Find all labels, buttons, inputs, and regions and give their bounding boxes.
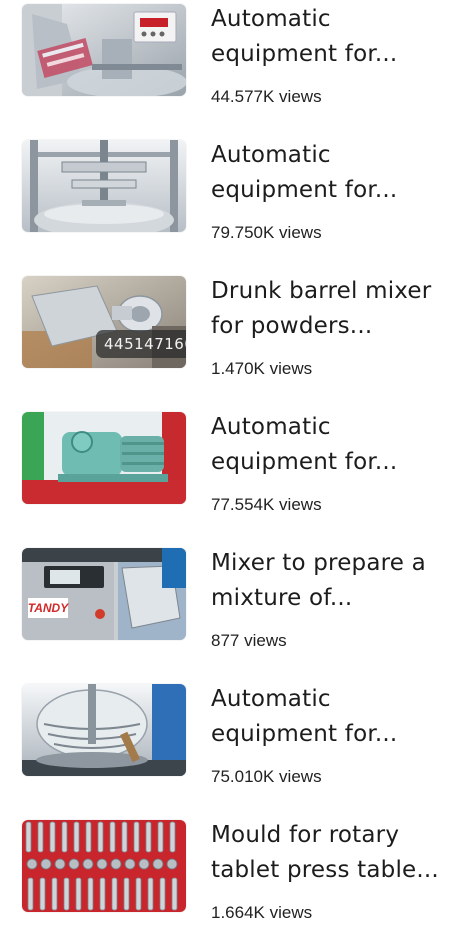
video-title-line: tablet press table... bbox=[211, 857, 439, 883]
thumbnail-stainless-mixer-image bbox=[22, 140, 186, 232]
video-title-line: Automatic bbox=[211, 686, 331, 712]
video-title-line: mixture of... bbox=[211, 585, 353, 611]
video-thumbnail[interactable]: 445147160 bbox=[22, 276, 186, 368]
video-id-badge: 445147160 bbox=[96, 330, 186, 358]
video-item[interactable]: Automatic equipment for... 44.577K views bbox=[0, 0, 463, 136]
thumbnail-glass-vessel-image bbox=[22, 684, 186, 776]
view-count: 79.750K views bbox=[211, 223, 322, 242]
video-title-line: Automatic bbox=[211, 142, 331, 168]
video-thumbnail[interactable] bbox=[22, 4, 186, 96]
video-thumbnail[interactable] bbox=[22, 820, 186, 912]
view-count: 877 views bbox=[211, 631, 287, 650]
view-count: 1.664K views bbox=[211, 903, 313, 922]
video-title-line: Automatic bbox=[211, 414, 331, 440]
video-thumbnail[interactable] bbox=[22, 140, 186, 232]
thumbnail-green-pump-image bbox=[22, 412, 186, 504]
video-item[interactable]: TANDY Mixer to prepare a mixture of... 8… bbox=[0, 544, 463, 680]
video-item[interactable]: Mould for rotary tablet press table... 1… bbox=[0, 816, 463, 952]
video-item[interactable]: 445147160 Drunk barrel mixer for powders… bbox=[0, 272, 463, 408]
video-title-line: for powders... bbox=[211, 313, 373, 339]
video-title[interactable]: Automatic equipment for... bbox=[211, 410, 451, 480]
video-title-line: equipment for... bbox=[211, 721, 398, 747]
view-count: 77.554K views bbox=[211, 495, 322, 514]
video-title-line: equipment for... bbox=[211, 41, 398, 67]
video-title[interactable]: Drunk barrel mixer for powders... bbox=[211, 274, 451, 344]
video-item[interactable]: Automatic equipment for... 79.750K views bbox=[0, 136, 463, 272]
video-list: Automatic equipment for... 44.577K views bbox=[0, 0, 463, 925]
video-title-line: equipment for... bbox=[211, 177, 398, 203]
video-title-line: Drunk barrel mixer bbox=[211, 278, 432, 304]
video-item[interactable]: Automatic equipment for... 75.010K views bbox=[0, 680, 463, 816]
thumbnail-machine-display-image bbox=[22, 4, 186, 96]
video-thumbnail[interactable]: TANDY bbox=[22, 548, 186, 640]
view-count: 1.470K views bbox=[211, 359, 313, 378]
video-thumbnail[interactable] bbox=[22, 684, 186, 776]
thumbnail-punches-dies-image bbox=[22, 820, 186, 912]
view-count: 75.010K views bbox=[211, 767, 322, 786]
video-title[interactable]: Automatic equipment for... bbox=[211, 138, 451, 208]
video-title[interactable]: Mould for rotary tablet press table... bbox=[211, 818, 451, 888]
video-title[interactable]: Automatic equipment for... bbox=[211, 682, 451, 752]
video-title-line: Automatic bbox=[211, 6, 331, 32]
video-title-line: equipment for... bbox=[211, 449, 398, 475]
video-title-line: Mould for rotary bbox=[211, 822, 400, 848]
video-item[interactable]: Automatic equipment for... 77.554K views bbox=[0, 408, 463, 544]
brand-label: TANDY bbox=[28, 601, 69, 615]
video-title-line: Mixer to prepare a bbox=[211, 550, 426, 576]
video-title[interactable]: Mixer to prepare a mixture of... bbox=[211, 546, 451, 616]
video-title[interactable]: Automatic equipment for... bbox=[211, 2, 451, 72]
thumbnail-tandy-mixer-image: TANDY bbox=[22, 548, 186, 640]
view-count: 44.577K views bbox=[211, 87, 322, 106]
video-thumbnail[interactable] bbox=[22, 412, 186, 504]
